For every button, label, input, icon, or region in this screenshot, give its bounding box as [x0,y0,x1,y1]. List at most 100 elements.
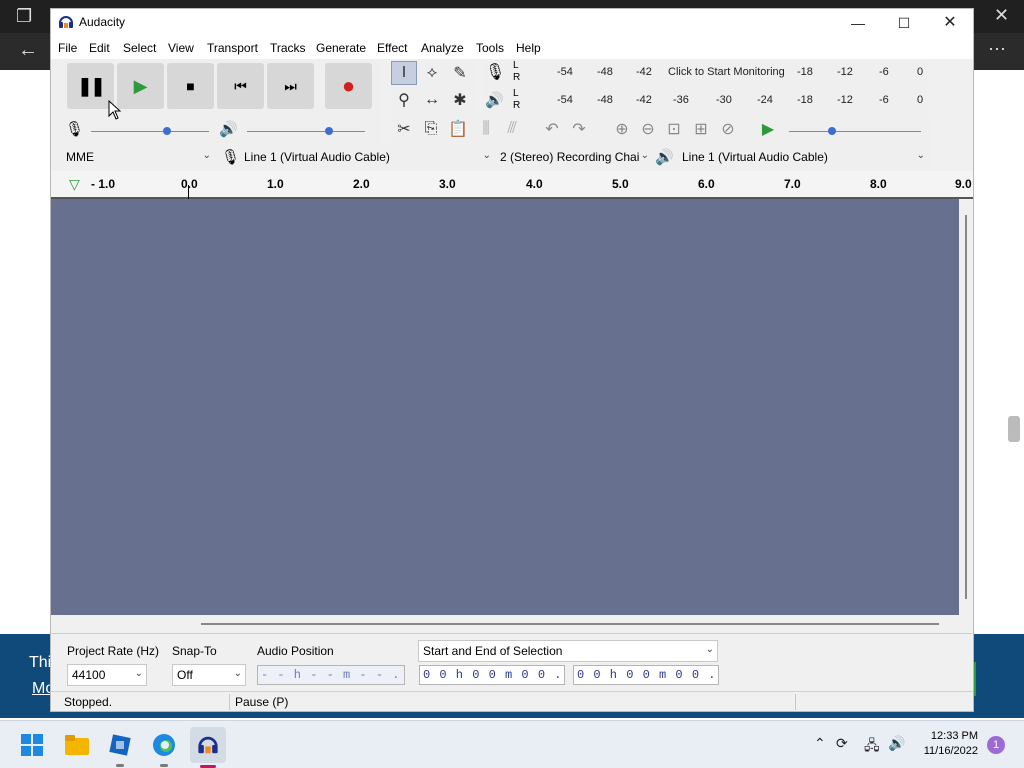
audacity-taskbar-icon[interactable] [190,727,226,763]
snap-to-value: Off [177,668,193,682]
playback-meter[interactable]: 🔊 L R -54 -48 -42 -36 -30 -24 -18 -12 -6… [483,87,929,114]
skip-end-button[interactable]: ⏭ [267,63,314,109]
selection-tool-icon[interactable]: I [391,61,417,85]
start-monitoring-label[interactable]: Click to Start Monitoring [668,66,785,78]
network-icon[interactable]: 🖧 [864,735,880,759]
record-volume-thumb[interactable] [163,127,171,135]
record-volume-slider[interactable] [91,131,209,132]
play-button[interactable]: ▶ [117,63,164,109]
minimize-button[interactable]: — [835,9,881,37]
menu-analyze[interactable]: Analyze [421,41,464,55]
zoom-tool-icon[interactable]: ⚲ [391,88,417,112]
ruler-label: 3.0 [439,177,456,191]
copy-icon[interactable]: ⎘ [418,117,444,141]
transport-toolbar: ❚❚ ▶ ■ ⏮ ⏭ ● [51,59,381,115]
recording-channels-select[interactable]: 2 (Stereo) Recording Chai ⌄ [495,146,653,168]
selection-mode-select[interactable]: Start and End of Selection ⌄ [418,640,718,662]
audio-host-select[interactable]: MME ⌄ [61,146,215,168]
timeline-ruler[interactable]: ▽ - 1.0 0.0 1.0 2.0 3.0 4.0 5.0 6.0 7.0 … [51,171,973,199]
skip-start-button[interactable]: ⏮ [217,63,264,109]
recording-device-select[interactable]: Line 1 (Virtual Audio Cable) ⌄ [239,146,495,168]
pause-button[interactable]: ❚❚ [67,63,114,109]
mixer-toolbar: 🎙 🔊 [51,115,381,143]
notification-badge[interactable]: 1 [987,736,1005,754]
edit-toolbar: ✂ ⎘ 📋 ⫼ ⫻ ↶ ↷ ⊕ ⊖ ⊡ ⊞ ⊘ [391,115,761,143]
file-explorer-icon[interactable] [61,729,93,761]
record-button[interactable]: ● [325,63,372,109]
multi-tool-icon[interactable]: ✱ [447,88,473,112]
zoom-out-icon[interactable]: ⊖ [635,117,661,141]
browser-scrollbar-thumb[interactable] [1008,416,1020,442]
cut-icon[interactable]: ✂ [391,117,417,141]
paste-icon[interactable]: 📋 [445,117,471,141]
playback-volume-thumb[interactable] [325,127,333,135]
menu-select[interactable]: Select [123,41,156,55]
start-button[interactable] [16,729,48,761]
zoom-toggle-icon[interactable]: ⊘ [715,117,741,141]
microphone-icon[interactable]: 🎙 [485,62,505,82]
silence-icon[interactable]: ⫻ [499,117,525,141]
skip-start-icon: ⏮ [234,77,247,94]
tab-actions-icon[interactable]: ❐ [16,6,32,27]
menu-bar: File Edit Select View Transport Tracks G… [51,37,973,59]
menu-view[interactable]: View [168,41,194,55]
play-at-speed-icon[interactable]: ▶ [755,117,781,141]
stop-icon: ■ [186,78,195,94]
more-menu-icon[interactable]: ⋯ [988,39,1006,60]
edge-browser-icon[interactable] [148,729,180,761]
menu-tools[interactable]: Tools [476,41,504,55]
project-rate-select[interactable]: 44100 ⌄ [67,664,147,686]
pause-icon: ❚❚ [77,75,105,96]
browser-close-icon[interactable]: ✕ [994,5,1009,26]
menu-effect[interactable]: Effect [377,41,407,55]
running-indicator [116,764,124,767]
fit-project-icon[interactable]: ⊞ [688,117,714,141]
play-icon: ▶ [133,75,148,96]
vertical-scrollbar[interactable] [959,199,973,615]
taskbar: ⌃ ⟳ 🖧 🔊 12:33 PM 11/16/2022 1 [0,720,1024,768]
snap-to-select[interactable]: Off ⌄ [172,664,246,686]
meter-tick: -6 [879,66,889,78]
back-arrow-icon[interactable]: ← [18,39,38,62]
menu-help[interactable]: Help [516,41,541,55]
timeline-options-icon[interactable]: ▽ [69,176,80,193]
speed-slider[interactable] [789,131,921,132]
playback-device-select[interactable]: Line 1 (Virtual Audio Cable) ⌄ [677,146,929,168]
meter-tick: -30 [716,94,732,106]
timeshift-tool-icon[interactable]: ↔ [419,88,445,112]
speaker-icon[interactable]: 🔊 [485,91,504,109]
stop-button[interactable]: ■ [167,63,214,109]
chevron-down-icon: ⌄ [640,150,649,161]
menu-transport[interactable]: Transport [207,41,258,55]
clock[interactable]: 12:33 PM 11/16/2022 [918,729,978,763]
volume-icon[interactable]: 🔊 [888,735,905,752]
record-meter[interactable]: 🎙 L R -54 -48 -42 Click to Start Monitor… [483,59,929,86]
menu-file[interactable]: File [58,41,77,55]
zoom-in-icon[interactable]: ⊕ [609,117,635,141]
app-taskbar-icon[interactable] [104,729,136,761]
trim-icon[interactable]: ⫼ [473,117,499,141]
maximize-button[interactable]: ☐ [881,9,927,37]
fit-selection-icon[interactable]: ⊡ [661,117,687,141]
audio-position-field[interactable]: - - h - - m - - . - - - s [257,665,405,685]
sync-icon[interactable]: ⟳ [836,735,848,752]
track-panel[interactable] [51,199,959,615]
playback-device-icon: 🔊 [655,149,674,166]
speed-slider-thumb[interactable] [828,127,836,135]
menu-generate[interactable]: Generate [316,41,366,55]
selection-start-field[interactable]: 0 0 h 0 0 m 0 0 . 0 0 0 s [419,665,565,685]
show-hidden-icons-icon[interactable]: ⌃ [814,735,826,752]
envelope-tool-icon[interactable]: ⟡ [419,61,445,85]
horizontal-scrollbar-thumb[interactable] [201,623,939,625]
title-bar: Audacity — ☐ ✕ [51,9,973,37]
vertical-scrollbar-thumb[interactable] [965,215,967,599]
horizontal-scrollbar[interactable] [51,615,973,631]
selection-end-field[interactable]: 0 0 h 0 0 m 0 0 . 0 0 0 s [573,665,719,685]
menu-tracks[interactable]: Tracks [270,41,306,55]
undo-icon[interactable]: ↶ [539,117,565,141]
menu-edit[interactable]: Edit [89,41,110,55]
draw-tool-icon[interactable]: ✎ [447,61,473,85]
redo-icon[interactable]: ↷ [566,117,592,141]
playback-volume-slider[interactable] [247,131,365,132]
close-button[interactable]: ✕ [927,9,973,37]
